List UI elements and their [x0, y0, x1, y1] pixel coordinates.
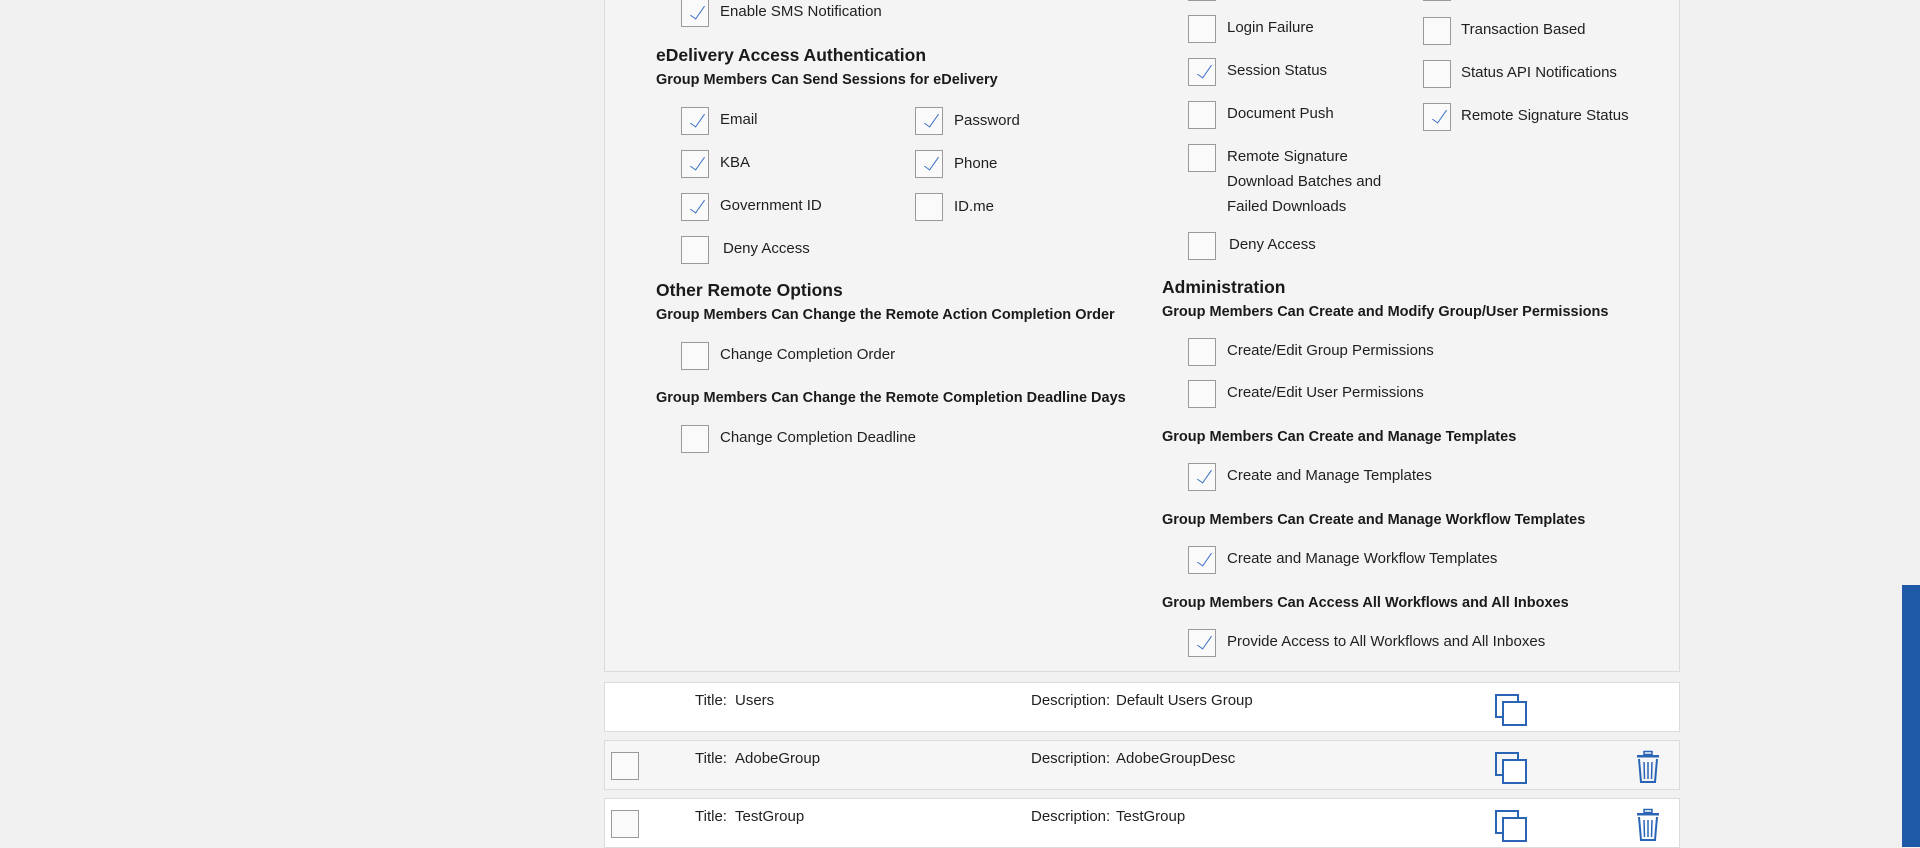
row-description-prefix: Description: [1031, 692, 1111, 709]
partial-checkbox-top[interactable] [1188, 0, 1216, 1]
phone-checkbox[interactable] [915, 150, 943, 178]
group-row-users[interactable]: Title: Users Description: Default Users … [604, 682, 1680, 732]
row-title-prefix: Title: [695, 692, 727, 709]
sms-label: Enable SMS Notification [720, 3, 882, 20]
session-status-label: Session Status [1227, 62, 1328, 79]
templates-subtitle: Group Members Can Create and Manage Temp… [1162, 429, 1517, 445]
document-push-checkbox[interactable] [1188, 101, 1216, 129]
login-failure-label: Login Failure [1227, 19, 1314, 36]
manage-workflow-templates-checkbox[interactable] [1188, 546, 1216, 574]
remote-signature-status-checkbox[interactable] [1423, 103, 1451, 131]
row-title-value: Users [735, 692, 775, 709]
edit-group-permissions-label: Create/Edit Group Permissions [1227, 342, 1434, 359]
workflow-subtitle: Group Members Can Create and Manage Work… [1162, 512, 1586, 528]
deny-access-right-label: Deny Access [1229, 236, 1316, 253]
edelivery-title: eDelivery Access Authentication [656, 45, 927, 65]
change-completion-order-label: Change Completion Order [720, 346, 896, 363]
remote-signature-status-label: Remote Signature Status [1461, 107, 1629, 124]
row-title-prefix: Title: [695, 750, 727, 767]
change-completion-order-checkbox[interactable] [681, 342, 709, 370]
other-remote-title: Other Remote Options [656, 280, 843, 300]
sms-checkbox[interactable] [681, 0, 709, 27]
phone-label: Phone [954, 155, 998, 172]
copy-icon[interactable] [1495, 810, 1527, 842]
row-title-value: AdobeGroup [735, 750, 821, 767]
row-title-prefix: Title: [695, 808, 727, 825]
edit-group-permissions-checkbox[interactable] [1188, 338, 1216, 366]
idme-label: ID.me [954, 198, 995, 215]
permissions-subtitle: Group Members Can Create and Modify Grou… [1162, 304, 1609, 320]
group-row-testgroup[interactable]: Title: TestGroup Description: TestGroup [604, 798, 1680, 848]
row-title-value: TestGroup [735, 808, 805, 825]
government-id-checkbox[interactable] [681, 193, 709, 221]
partial-checkbox-top-2[interactable] [1423, 0, 1451, 1]
government-id-label: Government ID [720, 197, 822, 214]
row-select-checkbox[interactable] [611, 752, 639, 780]
login-failure-checkbox[interactable] [1188, 15, 1216, 43]
scrollbar-thumb[interactable] [1902, 585, 1920, 847]
edit-user-permissions-label: Create/Edit User Permissions [1227, 384, 1424, 401]
trash-icon[interactable] [1634, 808, 1662, 842]
row-description-prefix: Description: [1031, 750, 1111, 767]
completion-order-subtitle: Group Members Can Change the Remote Acti… [656, 307, 1115, 323]
remote-signature-download-label: Remote Signature Download Batches and Fa… [1227, 148, 1382, 215]
manage-templates-checkbox[interactable] [1188, 463, 1216, 491]
deny-access-left-label: Deny Access [723, 240, 810, 257]
edelivery-subtitle: Group Members Can Send Sessions for eDel… [656, 72, 998, 88]
edit-user-permissions-checkbox[interactable] [1188, 380, 1216, 408]
change-completion-deadline-checkbox[interactable] [681, 425, 709, 453]
remote-signature-download-checkbox[interactable] [1188, 144, 1216, 172]
password-label: Password [954, 112, 1020, 129]
group-row-adobegroup[interactable]: Title: AdobeGroup Description: AdobeGrou… [604, 740, 1680, 790]
manage-templates-label: Create and Manage Templates [1227, 467, 1432, 484]
kba-label: KBA [720, 154, 751, 171]
access-all-inboxes-checkbox[interactable] [1188, 629, 1216, 657]
password-checkbox[interactable] [915, 107, 943, 135]
email-label: Email [720, 111, 758, 128]
row-description-prefix: Description: [1031, 808, 1111, 825]
status-api-label: Status API Notifications [1461, 64, 1617, 81]
access-all-inboxes-label: Provide Access to All Workflows and All … [1227, 633, 1546, 650]
change-completion-deadline-label: Change Completion Deadline [720, 429, 916, 446]
row-description-value: TestGroup [1116, 808, 1186, 825]
transaction-based-label: Transaction Based [1461, 21, 1586, 38]
row-description-value: AdobeGroupDesc [1116, 750, 1236, 767]
document-push-label: Document Push [1227, 105, 1334, 122]
deny-access-left-checkbox[interactable] [681, 236, 709, 264]
row-select-checkbox[interactable] [611, 810, 639, 838]
deny-access-right-checkbox[interactable] [1188, 232, 1216, 260]
manage-workflow-templates-label: Create and Manage Workflow Templates [1227, 550, 1498, 567]
kba-checkbox[interactable] [681, 150, 709, 178]
copy-icon[interactable] [1495, 752, 1527, 784]
idme-checkbox[interactable] [915, 193, 943, 221]
row-description-value: Default Users Group [1116, 692, 1253, 709]
transaction-based-checkbox[interactable] [1423, 17, 1451, 45]
session-status-checkbox[interactable] [1188, 58, 1216, 86]
administration-title: Administration [1162, 277, 1286, 297]
group-permissions-panel: Enable SMS Notification eDelivery Access… [604, 0, 1680, 672]
trash-icon[interactable] [1634, 750, 1662, 784]
completion-deadline-subtitle: Group Members Can Change the Remote Comp… [656, 390, 1126, 406]
email-checkbox[interactable] [681, 107, 709, 135]
status-api-checkbox[interactable] [1423, 60, 1451, 88]
copy-icon[interactable] [1495, 694, 1527, 726]
inbox-subtitle: Group Members Can Access All Workflows a… [1162, 595, 1569, 611]
